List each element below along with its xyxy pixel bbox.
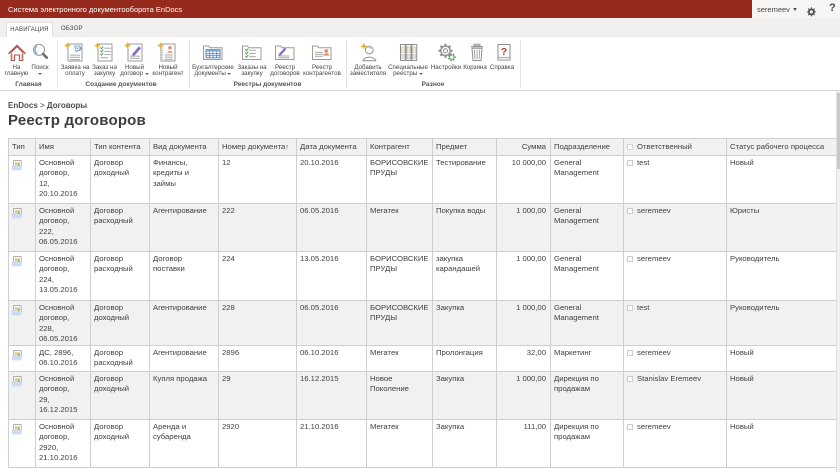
svg-text:?: ? <box>501 46 507 58</box>
